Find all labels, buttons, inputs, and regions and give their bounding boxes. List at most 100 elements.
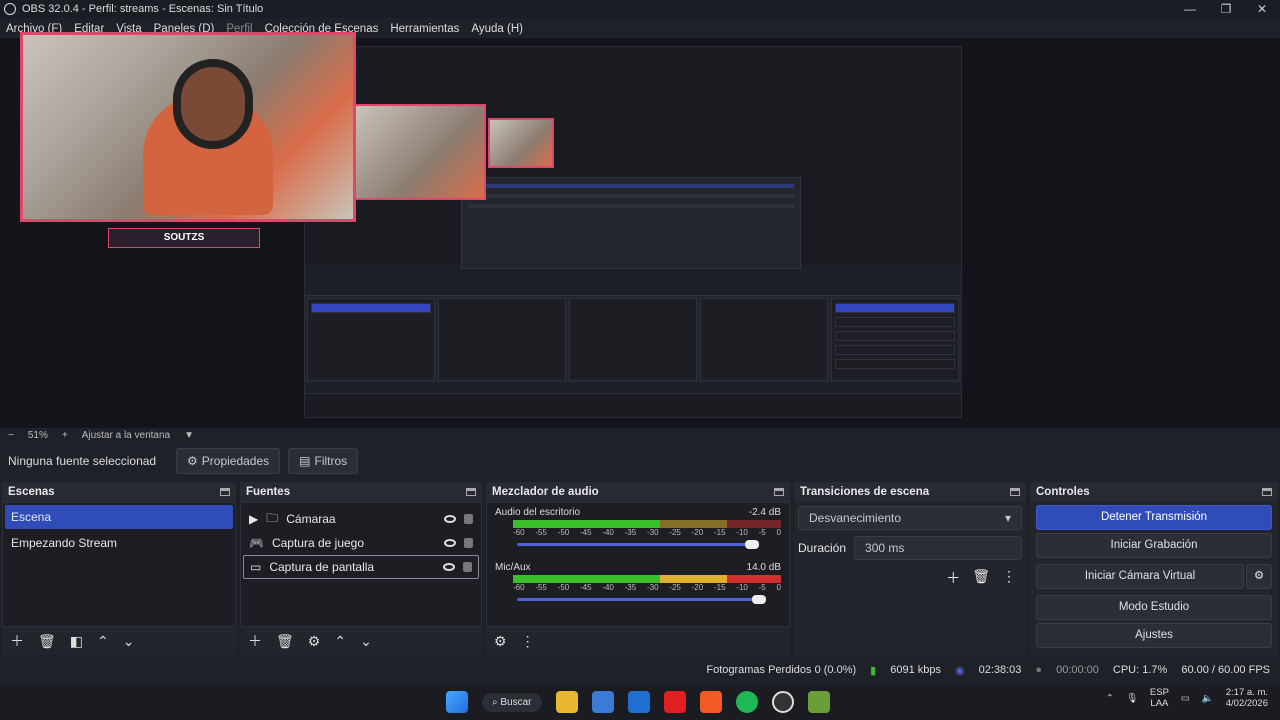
- undock-icon[interactable]: [220, 488, 230, 496]
- add-scene-icon[interactable]: ＋: [10, 631, 24, 651]
- add-transition-icon[interactable]: ＋: [946, 568, 960, 588]
- window-title: OBS 32.0.4 - Perfil: streams - Escenas: …: [22, 3, 264, 15]
- preview-canvas[interactable]: SOUTZS: [0, 32, 1280, 428]
- monitor-icon: ▭: [250, 560, 262, 574]
- filters-icon[interactable]: ◧: [70, 633, 83, 650]
- duration-value: 300 ms: [865, 541, 905, 555]
- more-options-icon[interactable]: ⋮: [521, 633, 535, 650]
- fps: 60.00 / 60.00 FPS: [1181, 664, 1270, 676]
- chevron-down-icon: ▾: [1004, 511, 1011, 525]
- nested-obs-window: [461, 177, 801, 269]
- chevron-down-icon[interactable]: ⌄: [123, 633, 135, 650]
- settings-button[interactable]: Ajustes: [1036, 623, 1272, 648]
- lock-icon[interactable]: [464, 538, 473, 548]
- more-options-icon[interactable]: ⋮: [1002, 568, 1016, 588]
- transition-select[interactable]: Desvanecimiento ▾: [798, 506, 1022, 530]
- menu-tools[interactable]: Herramientas: [384, 20, 465, 38]
- display-capture-preview: [304, 46, 962, 418]
- studio-mode-button[interactable]: Modo Estudio: [1036, 595, 1272, 620]
- properties-button[interactable]: ⚙ Propiedades: [176, 448, 281, 474]
- outlook-icon[interactable]: [627, 691, 650, 713]
- transitions-dock: Transiciones de escena Desvanecimiento ▾ …: [794, 482, 1026, 655]
- webcam-source[interactable]: [20, 32, 356, 222]
- source-item[interactable]: ▶ 🗀 Cámaraa: [243, 507, 479, 531]
- gear-icon[interactable]: ⚙: [308, 633, 321, 650]
- meter-scale: -60 -55 -50 -45 -40 -35 -30 -25 -20 -15 -10 -5 0: [513, 528, 781, 537]
- volume-slider[interactable]: [517, 595, 767, 604]
- taskbar-search[interactable]: ⌕ Buscar: [482, 692, 542, 712]
- stop-streaming-button[interactable]: Detener Transmisión: [1036, 505, 1272, 530]
- gear-icon[interactable]: ⚙: [1246, 564, 1272, 589]
- controls-dock: Controles Detener Transmisión Iniciar Gr…: [1030, 482, 1278, 655]
- undock-icon[interactable]: [466, 488, 476, 496]
- close-button[interactable]: ✕: [1244, 2, 1280, 16]
- trash-icon[interactable]: 🗑: [38, 633, 56, 650]
- language-indicator[interactable]: ESP LAA: [1150, 687, 1169, 709]
- record-icon: ●: [1035, 664, 1043, 676]
- zoom-bar: − 51% + Ajustar a la ventana ▼: [0, 428, 1280, 442]
- undock-icon[interactable]: [1010, 488, 1020, 496]
- start-recording-button[interactable]: Iniciar Grabación: [1036, 533, 1272, 558]
- scene-item[interactable]: Escena: [5, 505, 233, 529]
- channel-db: -2.4 dB: [748, 507, 781, 518]
- filters-button[interactable]: ▤ Filtros: [288, 448, 359, 474]
- sources-title: Fuentes: [246, 486, 291, 498]
- add-source-icon[interactable]: ＋: [248, 631, 262, 651]
- chevron-up-icon[interactable]: ⌃: [334, 633, 346, 650]
- expand-icon[interactable]: ▶: [249, 512, 258, 526]
- start-virtual-camera-button[interactable]: Iniciar Cámara Virtual: [1036, 564, 1244, 589]
- chevron-down-icon[interactable]: ⌄: [360, 633, 372, 650]
- chevron-down-icon[interactable]: ▼: [184, 430, 194, 441]
- eye-icon[interactable]: [443, 563, 455, 571]
- store-icon[interactable]: [591, 691, 614, 713]
- scene-item[interactable]: Empezando Stream: [5, 531, 233, 555]
- trash-icon[interactable]: 🗑: [972, 568, 990, 588]
- chevron-up-icon[interactable]: ⌃: [1106, 693, 1114, 704]
- lang-code: ESP: [1149, 687, 1169, 698]
- nested-docks: [305, 295, 961, 383]
- audio-channel: Mic/Aux 14.0 dB -60 -55 -50 -45 -40 -35 -30 -25-…: [487, 558, 789, 605]
- maximize-button[interactable]: ❐: [1208, 2, 1244, 16]
- source-item[interactable]: ▭ Captura de pantalla: [243, 555, 479, 579]
- taskbar: ⌕ Buscar ⌃ 🎙 ESP LAA ▭ 🔈 2:17 a. m. 4/02/2…: [0, 684, 1280, 720]
- undock-icon[interactable]: [1262, 488, 1272, 496]
- brave-icon[interactable]: [699, 691, 722, 713]
- youtube-icon[interactable]: [663, 691, 686, 713]
- undock-icon[interactable]: [774, 488, 784, 496]
- eye-icon[interactable]: [444, 539, 456, 547]
- windows-start-icon[interactable]: [446, 691, 468, 713]
- slider-handle[interactable]: [752, 595, 767, 604]
- minecraft-icon[interactable]: [807, 691, 830, 713]
- spotify-icon[interactable]: [735, 691, 758, 713]
- eye-icon[interactable]: [444, 515, 456, 523]
- fit-to-window[interactable]: Ajustar a la ventana: [82, 430, 170, 441]
- duration-input[interactable]: 300 ms: [854, 536, 1022, 560]
- minimize-button[interactable]: —: [1172, 2, 1208, 16]
- zoom-in-button[interactable]: +: [62, 430, 68, 441]
- transitions-title: Transiciones de escena: [800, 486, 930, 498]
- search-label: Buscar: [500, 696, 532, 708]
- controls-title: Controles: [1036, 486, 1090, 498]
- chevron-up-icon[interactable]: ⌃: [97, 633, 109, 650]
- zoom-out-button[interactable]: −: [8, 430, 14, 441]
- file-explorer-icon[interactable]: [555, 691, 578, 713]
- lock-icon[interactable]: [463, 562, 472, 572]
- speaker-icon[interactable]: 🔈: [1202, 693, 1214, 704]
- volume-slider[interactable]: [517, 540, 759, 549]
- duration-label: Duración: [798, 541, 847, 555]
- obs-icon[interactable]: [771, 691, 794, 713]
- network-icon[interactable]: ▭: [1181, 693, 1190, 704]
- properties-label: Propiedades: [201, 454, 270, 468]
- trash-icon[interactable]: 🗑: [276, 633, 294, 650]
- record-time: 00:00:00: [1056, 664, 1099, 676]
- clock[interactable]: 2:17 a. m. 4/02/2026: [1226, 687, 1268, 709]
- volume-meter: [513, 575, 781, 583]
- slider-handle[interactable]: [745, 540, 759, 549]
- microphone-icon[interactable]: 🎙: [1126, 693, 1138, 704]
- filters-label: Filtros: [314, 454, 348, 468]
- advanced-audio-icon[interactable]: ⚙: [494, 633, 507, 650]
- menu-help[interactable]: Ayuda (H): [465, 20, 529, 38]
- lock-icon[interactable]: [464, 514, 473, 524]
- bitrate: 6091 kbps: [890, 664, 941, 676]
- source-item[interactable]: 🎮 Captura de juego: [243, 531, 479, 555]
